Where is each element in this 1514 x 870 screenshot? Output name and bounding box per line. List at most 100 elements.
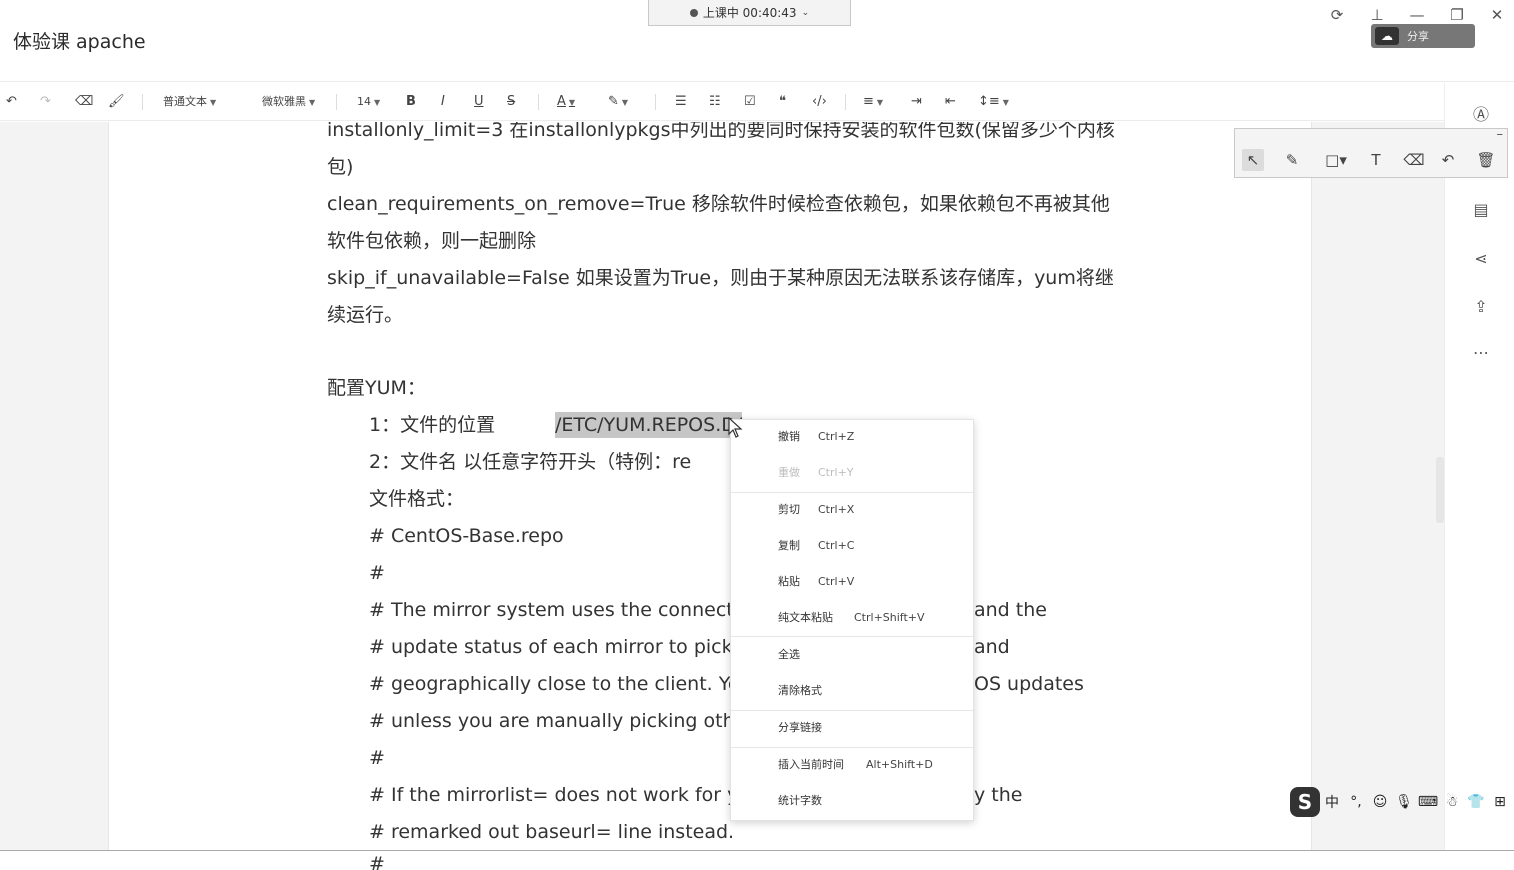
bold-icon[interactable]: B xyxy=(406,92,416,112)
menu-item-shortcut: Ctrl+V xyxy=(818,575,855,588)
checkbox-list-icon[interactable]: ☑ xyxy=(744,92,756,112)
emoji-icon[interactable]: ☺ xyxy=(1368,794,1392,810)
microphone-icon[interactable]: 🎙 xyxy=(1392,794,1416,810)
underline-icon[interactable]: U xyxy=(474,92,484,112)
export-icon[interactable]: ⇪ xyxy=(1471,297,1491,317)
minimize-icon[interactable]: — xyxy=(1408,6,1426,24)
bullet-list-icon[interactable]: ☰ xyxy=(675,92,687,112)
menu-item-label: 粘贴 xyxy=(778,575,800,588)
more-icon[interactable]: ⋯ xyxy=(1471,343,1491,363)
paragraph-style-select[interactable]: 普通文本 ▼ xyxy=(163,92,216,112)
text-panel-icon[interactable]: Ⓐ xyxy=(1471,105,1491,125)
font-family-select[interactable]: 微软雅黑 ▼ xyxy=(262,92,315,112)
annotation-toolbar: – ↖ ✎ □▾ T ⌫ ↶ 🗑 xyxy=(1234,127,1508,178)
cloud-button-label: 分享 xyxy=(1407,30,1429,43)
menu-divider xyxy=(731,710,975,711)
doc-line: 软件包依赖，则一起删除 xyxy=(327,230,537,252)
skin-icon[interactable]: 👕 xyxy=(1464,794,1488,810)
vertical-scrollbar[interactable] xyxy=(1436,457,1444,523)
menu-item-label: 撤销 xyxy=(778,430,800,443)
document-page[interactable]: installonly_limit=3 在installonlypkgs中列出的… xyxy=(108,122,1312,850)
menu-item-insert-time[interactable]: 插入当前时间 Alt+Shift+D xyxy=(778,757,933,773)
ime-punctuation[interactable]: °, xyxy=(1344,794,1368,810)
menu-divider xyxy=(731,492,975,493)
chevron-down-icon: ▼ xyxy=(374,98,381,107)
right-sidebar: Ⓐ ▤ ⋖ ⇪ ⋯ xyxy=(1444,83,1514,850)
menu-item-redo[interactable]: 重做 Ctrl+Y xyxy=(778,465,854,481)
menu-item-label: 纯文本粘贴 xyxy=(778,611,833,624)
line-height-icon[interactable]: ↕≡ ▼ xyxy=(978,92,1009,112)
refresh-icon[interactable]: ⟳ xyxy=(1328,6,1346,24)
menu-item-undo[interactable]: 撤销 Ctrl+Z xyxy=(778,429,854,445)
sogou-logo-icon[interactable]: S xyxy=(1290,787,1320,817)
menu-divider xyxy=(731,636,975,637)
highlight-icon[interactable]: ✎ ▼ xyxy=(608,92,628,112)
menu-item-shortcut: Ctrl+Shift+V xyxy=(854,611,925,624)
numbered-list-icon[interactable]: ☷ xyxy=(709,92,721,112)
cloud-share-button[interactable]: ☁ 分享 xyxy=(1371,24,1475,48)
code-line-tail: and xyxy=(974,636,1010,658)
menu-item-label: 分享链接 xyxy=(778,721,822,734)
code-icon[interactable]: ‹/› xyxy=(812,92,827,112)
indent-decrease-icon[interactable]: ⇤ xyxy=(945,92,956,112)
align-icon[interactable]: ≡ ▼ xyxy=(863,92,883,112)
rectangle-icon[interactable]: □▾ xyxy=(1321,149,1351,171)
code-line: # remarked out baseurl= line instead. xyxy=(369,821,735,843)
paragraph-style-value: 普通文本 xyxy=(163,95,207,108)
keyboard-icon[interactable]: ⌨ xyxy=(1416,794,1440,810)
document-title: 体验课 apache xyxy=(13,31,146,53)
menu-item-clear-format[interactable]: 清除格式 xyxy=(778,683,822,699)
app-window: 体验课 apache 上课中 00:40:43 ⌄ ⟳ ⊥ — ❐ ✕ ☁ 分享… xyxy=(0,0,1514,870)
chevron-down-icon: ▼ xyxy=(210,98,217,107)
maximize-icon[interactable]: ❐ xyxy=(1448,6,1466,24)
live-class-status[interactable]: 上课中 00:40:43 ⌄ xyxy=(648,0,851,26)
italic-icon[interactable]: I xyxy=(441,92,445,112)
redo-icon[interactable]: ↷ xyxy=(40,92,51,112)
font-family-value: 微软雅黑 xyxy=(262,95,306,108)
menu-item-paste-plain[interactable]: 纯文本粘贴 Ctrl+Shift+V xyxy=(778,610,925,626)
doc-line: clean_requirements_on_remove=True 移除软件时候… xyxy=(327,193,1110,215)
menu-item-cut[interactable]: 剪切 Ctrl+X xyxy=(778,502,854,518)
undo-icon[interactable]: ↶ xyxy=(6,92,17,112)
menu-item-share-link[interactable]: 分享链接 xyxy=(778,720,822,736)
text-tool-icon[interactable]: T xyxy=(1365,149,1387,171)
code-line: # update status of each mirror to pick n xyxy=(369,636,751,658)
format-label: 文件格式： xyxy=(369,488,465,510)
settings-grid-icon[interactable]: ⊞ xyxy=(1488,794,1512,810)
document-outline-icon[interactable]: ▤ xyxy=(1471,200,1491,220)
pen-icon[interactable]: ✎ xyxy=(1281,149,1303,171)
code-line: # unless you are manually picking othe xyxy=(369,710,747,732)
font-size-select[interactable]: 14 ▼ xyxy=(357,92,380,112)
minimize-icon[interactable]: – xyxy=(1497,127,1504,142)
font-color-icon[interactable]: A ▼ xyxy=(557,92,575,112)
menu-item-shortcut: Ctrl+C xyxy=(818,539,855,552)
menu-item-select-all[interactable]: 全选 xyxy=(778,647,800,663)
pin-icon[interactable]: ⊥ xyxy=(1368,6,1386,24)
code-line: # xyxy=(369,562,385,584)
menu-item-word-count[interactable]: 统计字数 xyxy=(778,793,822,809)
format-painter-icon[interactable]: 🖌 xyxy=(108,92,125,112)
code-line: # geographically close to the client. Yo xyxy=(369,673,740,695)
eraser-icon[interactable]: ⌫ xyxy=(75,92,93,112)
pointer-icon[interactable]: ↖ xyxy=(1242,149,1264,171)
menu-item-paste[interactable]: 粘贴 Ctrl+V xyxy=(778,574,854,590)
eraser-icon[interactable]: ⌫ xyxy=(1403,149,1425,171)
ime-mode[interactable]: 中 xyxy=(1320,792,1344,812)
strikethrough-icon[interactable]: S xyxy=(507,92,515,112)
ime-toolbar: S 中 °, ☺ 🎙 ⌨ ☃ 👕 ⊞ xyxy=(1290,786,1514,818)
mouse-cursor-icon xyxy=(728,417,743,438)
menu-item-copy[interactable]: 复制 Ctrl+C xyxy=(778,538,854,554)
close-icon[interactable]: ✕ xyxy=(1488,6,1506,24)
user-icon[interactable]: ☃ xyxy=(1440,794,1464,810)
toolbar-divider xyxy=(336,94,337,110)
menu-item-label: 插入当前时间 xyxy=(778,758,844,771)
menu-item-label: 统计字数 xyxy=(778,794,822,807)
undo-icon[interactable]: ↶ xyxy=(1437,149,1459,171)
trash-icon[interactable]: 🗑 xyxy=(1475,149,1497,171)
share-icon[interactable]: ⋖ xyxy=(1471,249,1491,269)
section-heading: 配置YUM： xyxy=(327,377,426,399)
code-line-tail: and the xyxy=(974,599,1047,621)
code-line-tail: OS updates xyxy=(974,673,1084,695)
quote-icon[interactable]: ❝ xyxy=(779,92,786,112)
indent-increase-icon[interactable]: ⇥ xyxy=(911,92,922,112)
